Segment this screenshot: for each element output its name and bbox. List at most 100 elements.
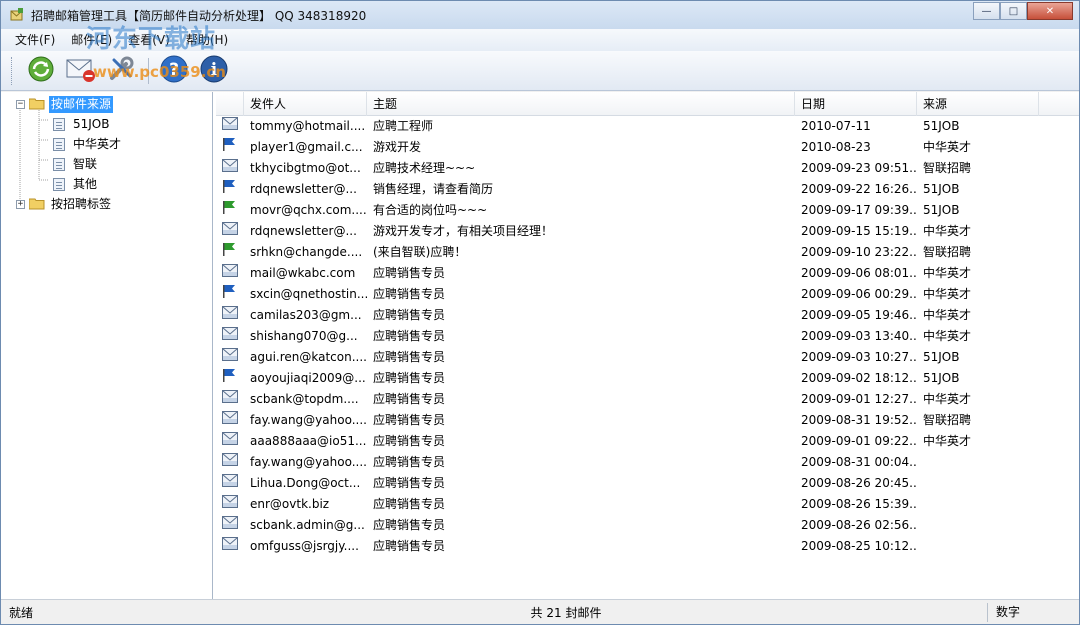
svg-text:?: ? — [169, 60, 179, 80]
toolbar-grip[interactable] — [11, 56, 14, 85]
table-row[interactable]: rdqnewsletter@... 游戏开发专才，有相关项目经理！ 2009-09-… — [216, 221, 1079, 242]
list-body: tommy@hotmail.... 应聘工程师 2010-07-11 51JOB pla… — [216, 116, 1079, 557]
cell-subject: 应聘销售专员 — [373, 371, 446, 385]
cell-subject: 应聘工程师 — [373, 119, 434, 133]
mail-icon — [222, 410, 238, 431]
table-row[interactable]: agui.ren@katcon.... 应聘销售专员 2009-09-03 10:2… — [216, 347, 1079, 368]
table-row[interactable]: player1@gmail.c... 游戏开发 2010-08-23 中华英才 — [216, 137, 1079, 158]
tree-label-other: 其他 — [73, 176, 98, 191]
table-row[interactable]: aaa888aaa@io51... 应聘销售专员 2009-09-01 09:22.… — [216, 431, 1079, 452]
table-row[interactable]: scbank@topdm.... 应聘销售专员 2009-09-01 12:27..… — [216, 389, 1079, 410]
row-icon-cell — [216, 410, 244, 431]
row-icon-cell — [216, 431, 244, 452]
tree-label-zhaopin: 智联 — [73, 156, 98, 171]
refresh-globe-icon — [26, 54, 56, 87]
collapse-icon[interactable]: − — [16, 99, 25, 109]
tree-item-other[interactable]: 其他 — [1, 174, 212, 194]
table-row[interactable]: camilas203@gm... 应聘销售专员 2009-09-05 19:46..… — [216, 305, 1079, 326]
delete-mail-button[interactable] — [62, 53, 100, 89]
cell-from: fay.wang@yahoo.... — [250, 413, 367, 427]
cell-date: 2009-08-25 10:12... — [801, 539, 917, 553]
menu-help[interactable]: 帮助(H) — [178, 30, 236, 50]
green-flag-icon — [222, 200, 236, 221]
mail-list: 发件人 主题 日期 来源 tommy@hotmail.... 应聘工程师 2010-… — [216, 92, 1079, 599]
tree-item-zhaopin[interactable]: 智联 — [1, 154, 212, 174]
cell-subject: 应聘销售专员 — [373, 497, 446, 511]
app-icon — [9, 7, 25, 23]
table-row[interactable]: srhkn@changde.... (来自智联)应聘！ 2009-09-10 23:… — [216, 242, 1079, 263]
cell-source: 中华英才 — [923, 224, 972, 238]
help-button[interactable]: ? — [155, 53, 193, 89]
cell-from: fay.wang@yahoo.... — [250, 455, 367, 469]
row-icon-cell — [216, 326, 244, 347]
table-row[interactable]: mail@wkabc.com 应聘销售专员 2009-09-06 08:01... 中… — [216, 263, 1079, 284]
cell-subject: 销售经理，请查看简历 — [373, 182, 494, 196]
cell-date: 2009-08-31 00:04... — [801, 455, 917, 469]
cell-from: sxcin@qnethostin... — [250, 287, 367, 301]
folder-open-icon — [28, 98, 45, 110]
cell-subject: 应聘销售专员 — [373, 455, 446, 469]
about-button[interactable]: i — [195, 53, 233, 89]
table-row[interactable]: rdqnewsletter@... 销售经理，请查看简历 2009-09-22 16… — [216, 179, 1079, 200]
tree-node-by-tag[interactable]: + 按招聘标签 — [1, 194, 212, 214]
table-row[interactable]: sxcin@qnethostin... 应聘销售专员 2009-09-06 00:2… — [216, 284, 1079, 305]
cell-subject: 有合适的岗位吗~~~ — [373, 203, 488, 217]
close-button[interactable]: ✕ — [1027, 2, 1073, 20]
table-row[interactable]: fay.wang@yahoo.... 应聘销售专员 2009-08-31 19:52… — [216, 410, 1079, 431]
title-bar[interactable]: 招聘邮箱管理工具【简历邮件自动分析处理】 QQ 348318920 — □ ✕ — [1, 1, 1079, 29]
mail-icon — [222, 536, 238, 557]
row-icon-cell — [216, 284, 244, 305]
cell-date: 2009-08-26 02:56... — [801, 518, 917, 532]
column-header-date[interactable]: 日期 — [795, 92, 917, 116]
cell-source — [917, 515, 1039, 536]
table-row[interactable]: tommy@hotmail.... 应聘工程师 2010-07-11 51JOB — [216, 116, 1079, 137]
row-icon-cell — [216, 116, 244, 137]
table-row[interactable]: scbank.admin@g... 应聘销售专员 2009-08-26 02:56.… — [216, 515, 1079, 536]
row-icon-cell — [216, 347, 244, 368]
maximize-icon: □ — [1008, 5, 1019, 17]
cell-from: shishang070@g... — [250, 329, 358, 343]
cell-source: 中华英才 — [923, 434, 972, 448]
table-row[interactable]: aoyoujiaqi2009@... 应聘销售专员 2009-09-02 18:12… — [216, 368, 1079, 389]
tree-item-51job[interactable]: 51JOB — [1, 114, 212, 134]
cell-date: 2009-09-10 23:22... — [801, 245, 917, 259]
tree-node-by-source[interactable]: − 按邮件来源 — [1, 94, 212, 114]
tree-label-chinahr: 中华英才 — [73, 136, 122, 151]
table-row[interactable]: movr@qchx.com.... 有合适的岗位吗~~~ 2009-09-17 09… — [216, 200, 1079, 221]
column-header-filler — [1039, 92, 1079, 116]
tools-button[interactable] — [102, 53, 140, 89]
cell-source: 51JOB — [923, 350, 960, 364]
expand-icon[interactable]: + — [16, 199, 25, 209]
maximize-button[interactable]: □ — [1000, 2, 1027, 20]
refresh-button[interactable] — [22, 53, 60, 89]
app-window: 招聘邮箱管理工具【简历邮件自动分析处理】 QQ 348318920 — □ ✕ … — [0, 0, 1080, 625]
table-row[interactable]: Lihua.Dong@oct... 应聘销售专员 2009-08-26 20:45.… — [216, 473, 1079, 494]
minimize-button[interactable]: — — [973, 2, 1000, 20]
table-row[interactable]: shishang070@g... 应聘销售专员 2009-09-03 13:40..… — [216, 326, 1079, 347]
cell-source — [917, 452, 1039, 473]
table-row[interactable]: omfguss@jsrgjy.... 应聘销售专员 2009-08-25 10:12… — [216, 536, 1079, 557]
menu-view[interactable]: 查看(V) — [120, 30, 178, 50]
cell-from: agui.ren@katcon.... — [250, 350, 367, 364]
folder-tree: − 按邮件来源 51JOB 中华英才 智联 其他 + 按招聘标签 — [1, 92, 213, 599]
cell-subject: 应聘销售专员 — [373, 329, 446, 343]
column-header-from[interactable]: 发件人 — [244, 92, 367, 116]
column-header-icon[interactable] — [216, 92, 244, 116]
cell-from: tommy@hotmail.... — [250, 119, 366, 133]
cell-source: 智联招聘 — [923, 245, 972, 259]
menu-mail[interactable]: 邮件(E) — [63, 30, 120, 50]
table-row[interactable]: fay.wang@yahoo.... 应聘销售专员 2009-08-31 00:04… — [216, 452, 1079, 473]
table-row[interactable]: tkhycibgtmo@ot... 应聘技术经理~~~ 2009-09-23 09:… — [216, 158, 1079, 179]
tree-item-chinahr[interactable]: 中华英才 — [1, 134, 212, 154]
cell-date: 2009-09-01 09:22... — [801, 434, 917, 448]
menu-file[interactable]: 文件(F) — [7, 30, 63, 50]
column-header-source[interactable]: 来源 — [917, 92, 1039, 116]
cell-date: 2009-08-26 20:45... — [801, 476, 917, 490]
table-row[interactable]: enr@ovtk.biz 应聘销售专员 2009-08-26 15:39... — [216, 494, 1079, 515]
column-header-subject[interactable]: 主题 — [367, 92, 795, 116]
cell-date: 2009-09-05 19:46... — [801, 308, 917, 322]
cell-source: 中华英才 — [923, 308, 972, 322]
cell-date: 2009-08-31 19:52... — [801, 413, 917, 427]
mail-icon — [222, 263, 238, 284]
cell-from: movr@qchx.com.... — [250, 203, 367, 217]
